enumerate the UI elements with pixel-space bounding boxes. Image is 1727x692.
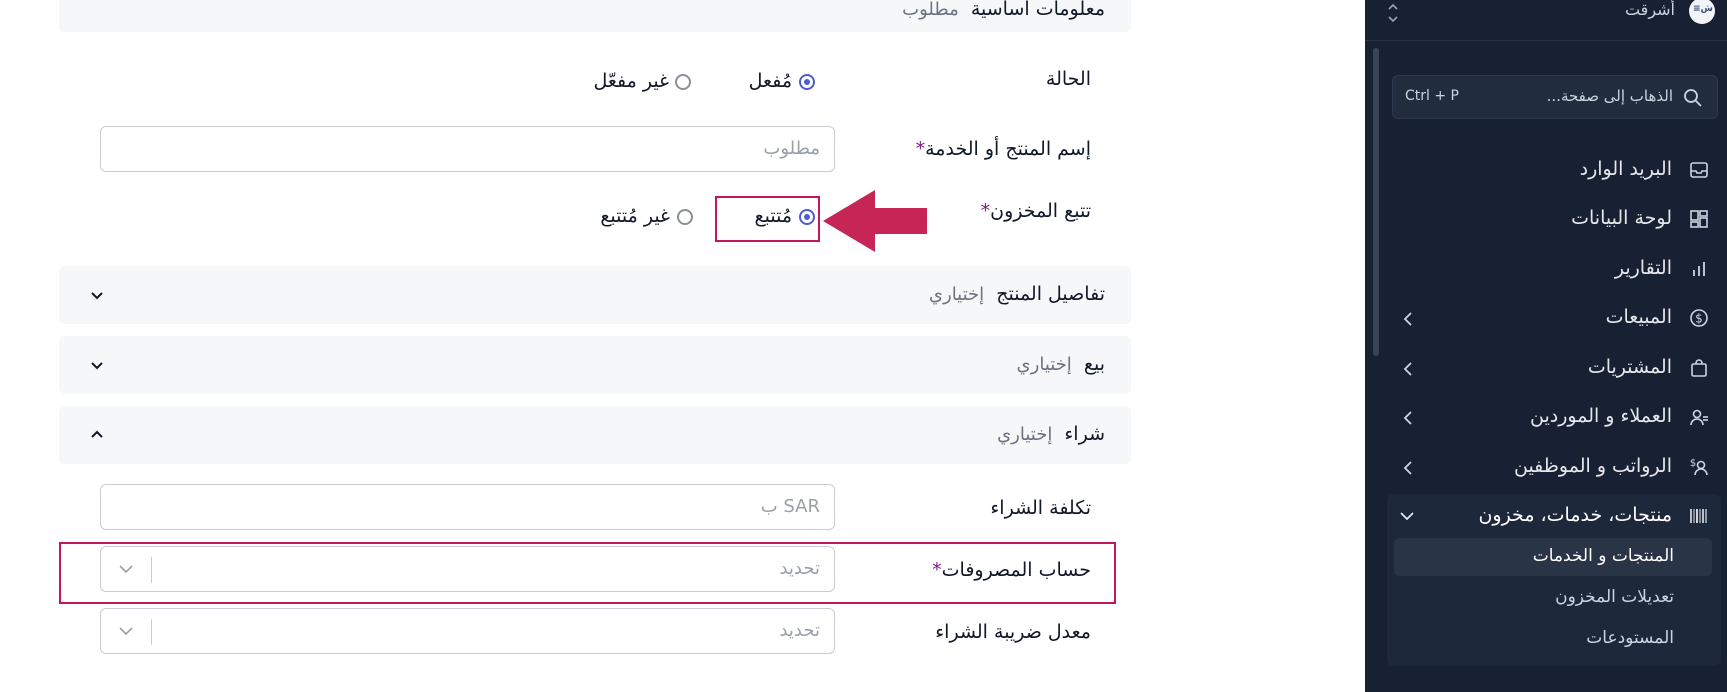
org-name: أشرقت xyxy=(1624,0,1675,19)
chevron-up-icon xyxy=(91,430,103,438)
chevron-down-icon xyxy=(91,362,103,370)
sidebar-item-inbox[interactable]: البريد الوارد xyxy=(1365,150,1727,190)
chevron-down-icon xyxy=(119,565,133,574)
sidebar-item-label: التقارير xyxy=(1614,257,1672,279)
sidebar-subitem-warehouses[interactable]: المستودعات xyxy=(1365,621,1727,657)
svg-text:$: $ xyxy=(1695,312,1703,326)
section-title: معلومات أساسية xyxy=(970,0,1105,20)
sidebar-item-products-services-inventory[interactable]: منتجات، خدمات، مخزون xyxy=(1365,496,1727,536)
sidebar-subitem-label: تعديلات المخزون xyxy=(1555,587,1674,607)
status-active-label[interactable]: مُفعل xyxy=(749,70,792,92)
sidebar: ≡ش أشرقت الذهاب إلى صفحة... Ctrl + P الب… xyxy=(1365,0,1727,692)
sidebar-item-label: المشتريات xyxy=(1587,356,1672,378)
sidebar-subitem-products-services[interactable]: المنتجات و الخدمات xyxy=(1365,539,1727,575)
purchase-cost-placeholder: SAR ب xyxy=(760,496,820,517)
sidebar-item-dashboard[interactable]: لوحة البيانات xyxy=(1365,199,1727,239)
users-icon xyxy=(1690,409,1708,426)
reports-icon xyxy=(1693,262,1705,276)
svg-text:$: $ xyxy=(1690,458,1696,469)
purchase-cost-input[interactable]: SAR ب xyxy=(100,484,835,530)
untracked-radio[interactable] xyxy=(677,209,693,225)
expense-account-label: حساب المصروفات* xyxy=(932,559,1091,581)
chevron-updown-icon xyxy=(1388,3,1398,23)
dashboard-icon xyxy=(1690,210,1708,228)
sidebar-item-payroll-employees[interactable]: $ الرواتب و الموظفين xyxy=(1365,447,1727,487)
search-icon xyxy=(1684,89,1702,107)
section-optional-tag: إختياري xyxy=(928,284,985,305)
expense-account-placeholder: تحديد xyxy=(779,558,820,579)
untracked-label[interactable]: غير مُتتبع xyxy=(600,205,670,227)
name-label: إسم المنتج أو الخدمة* xyxy=(915,138,1091,160)
product-details-section-header[interactable]: تفاصيل المنتج إختياري xyxy=(59,266,1131,324)
search-placeholder: الذهاب إلى صفحة... xyxy=(1546,87,1673,105)
status-inactive-radio[interactable] xyxy=(675,74,691,90)
org-logo: ≡ش xyxy=(1689,0,1715,24)
purchase-section-header[interactable]: شراء إختياري xyxy=(59,406,1131,464)
sidebar-search[interactable]: الذهاب إلى صفحة... Ctrl + P xyxy=(1392,75,1718,119)
barcode-icon xyxy=(1690,509,1707,523)
search-shortcut: Ctrl + P xyxy=(1405,88,1459,104)
sidebar-item-sales[interactable]: $ المبيعات xyxy=(1365,298,1727,338)
name-placeholder: مطلوب xyxy=(763,138,820,159)
expense-account-select[interactable]: تحديد xyxy=(100,546,835,592)
chevron-down-icon xyxy=(1400,512,1414,521)
section-title: تفاصيل المنتج xyxy=(996,283,1105,305)
purchase-tax-label: معدل ضريبة الشراء xyxy=(935,621,1091,643)
shopping-bag-icon xyxy=(1691,359,1707,377)
sidebar-item-label: الرواتب و الموظفين xyxy=(1513,455,1672,477)
chevron-down-icon xyxy=(91,292,103,300)
status-label: الحالة xyxy=(1045,68,1091,90)
status-inactive-label[interactable]: غير مفعّل xyxy=(593,70,669,92)
purchase-tax-select[interactable]: تحديد xyxy=(100,608,835,654)
sidebar-subitem-label: المستودعات xyxy=(1586,628,1674,648)
select-separator xyxy=(151,557,152,583)
sidebar-item-label: منتجات، خدمات، مخزون xyxy=(1478,504,1672,526)
purchase-cost-label: تكلفة الشراء xyxy=(990,497,1091,519)
sidebar-item-label: المبيعات xyxy=(1605,306,1672,328)
tracking-label: تتبع المخزون* xyxy=(980,200,1091,222)
section-title: شراء xyxy=(1064,423,1105,445)
sidebar-item-customers-suppliers[interactable]: العملاء و الموردين xyxy=(1365,397,1727,437)
sidebar-subitem-inventory-adjustments[interactable]: تعديلات المخزون xyxy=(1365,580,1727,616)
section-title: بيع xyxy=(1083,353,1105,375)
sidebar-subitem-label: المنتجات و الخدمات xyxy=(1532,546,1674,566)
sidebar-item-label: لوحة البيانات xyxy=(1571,207,1672,229)
section-required-tag: مطلوب xyxy=(902,0,959,20)
inbox-icon xyxy=(1690,162,1708,178)
chevron-left-icon xyxy=(1403,411,1412,425)
org-switcher[interactable]: ≡ش أشرقت xyxy=(1365,0,1727,41)
status-active-radio[interactable] xyxy=(799,74,815,90)
select-separator xyxy=(151,619,152,645)
sidebar-item-label: البريد الوارد xyxy=(1579,158,1672,180)
chevron-left-icon xyxy=(1403,461,1412,475)
section-optional-tag: إختياري xyxy=(1016,354,1072,375)
section-optional-tag: إختياري xyxy=(997,424,1053,445)
tracked-label[interactable]: مُتتبع xyxy=(755,205,793,227)
sidebar-item-label: العملاء و الموردين xyxy=(1530,405,1672,427)
chevron-left-icon xyxy=(1403,362,1412,376)
pointer-arrow-icon xyxy=(823,190,927,252)
sidebar-item-purchases[interactable]: المشتريات xyxy=(1365,348,1727,388)
dollar-icon: $ xyxy=(1690,309,1708,327)
chevron-down-icon xyxy=(119,627,133,636)
sell-section-header[interactable]: بيع إختياري xyxy=(59,336,1131,394)
purchase-tax-placeholder: تحديد xyxy=(779,620,820,641)
chevron-left-icon xyxy=(1403,312,1412,326)
sidebar-item-reports[interactable]: التقارير xyxy=(1365,249,1727,289)
payroll-icon: $ xyxy=(1690,458,1708,476)
name-input[interactable]: مطلوب xyxy=(100,126,835,172)
basic-info-section-header[interactable]: معلومات أساسية مطلوب xyxy=(59,0,1131,32)
tracked-radio[interactable] xyxy=(799,209,815,225)
